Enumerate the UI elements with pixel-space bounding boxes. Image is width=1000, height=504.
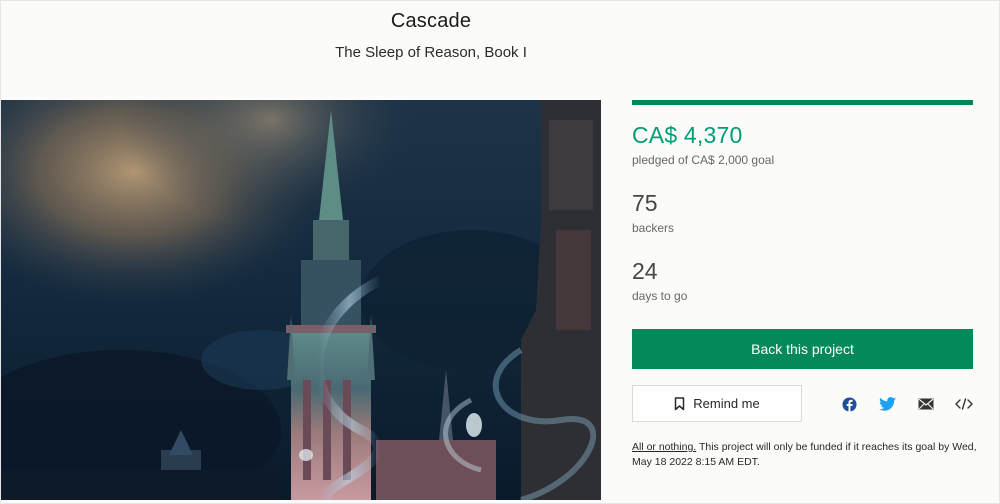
all-or-nothing-link[interactable]: All or nothing. <box>632 441 696 453</box>
project-title: Cascade <box>390 10 472 32</box>
embed-icon[interactable] <box>955 396 973 412</box>
remind-me-button[interactable]: Remind me <box>632 385 802 422</box>
pledged-amount: CA$ 4,370 <box>632 122 743 148</box>
days-to-go-count: 24 <box>632 258 658 284</box>
funding-progress-fill <box>632 100 973 105</box>
pledged-goal-label: pledged of CA$ 2,000 goal <box>632 153 775 167</box>
backers-label: backers <box>632 221 675 235</box>
backers-count: 75 <box>632 190 658 216</box>
funding-terms-note: All or nothing. This project will only b… <box>632 440 977 470</box>
funding-progress-bar <box>632 100 973 105</box>
twitter-icon[interactable] <box>878 396 896 412</box>
project-subtitle: The Sleep of Reason, Book I <box>335 44 527 61</box>
facebook-icon[interactable] <box>840 396 858 412</box>
project-hero-image[interactable] <box>1 100 601 500</box>
remind-me-label: Remind me <box>693 396 760 411</box>
bookmark-icon <box>674 396 685 411</box>
mail-icon[interactable] <box>917 396 935 412</box>
back-this-project-button[interactable]: Back this project <box>632 329 973 369</box>
days-to-go-label: days to go <box>632 289 688 303</box>
